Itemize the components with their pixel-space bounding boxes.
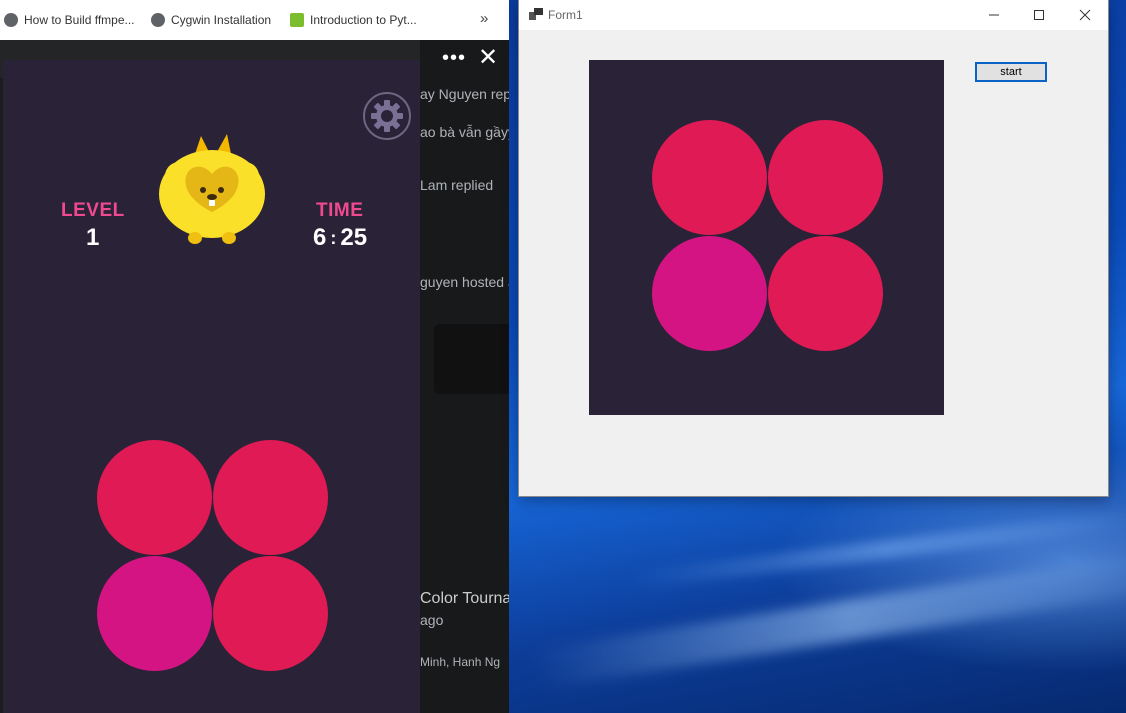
behind-text: ago xyxy=(420,612,444,628)
behind-text: ay Nguyen repli xyxy=(420,86,509,102)
form-circle-top-right[interactable] xyxy=(768,120,883,235)
title-bar[interactable]: Form1 xyxy=(519,0,1108,30)
behind-banner xyxy=(434,324,509,394)
time-seconds: 25 xyxy=(340,224,368,251)
level-value: 1 xyxy=(86,224,100,251)
bookmark-label: Cygwin Installation xyxy=(171,13,272,27)
form1-window: Form1 start xyxy=(519,0,1108,496)
game-circle-top-left[interactable] xyxy=(97,440,212,555)
minimize-button[interactable] xyxy=(971,0,1017,30)
bookmark-python[interactable]: Introduction to Pyt... xyxy=(290,13,417,27)
form-circle-bottom-left[interactable] xyxy=(652,236,767,351)
form-circle-bottom-right[interactable] xyxy=(768,236,883,351)
window-title: Form1 xyxy=(548,8,583,22)
form-circle-top-left[interactable] xyxy=(652,120,767,235)
bookmarks-bar: How to Build ffmpe... Cygwin Installatio… xyxy=(0,0,509,40)
time-separator: : xyxy=(330,227,337,248)
maximize-button[interactable] xyxy=(1016,0,1062,30)
bookmark-label: How to Build ffmpe... xyxy=(24,13,135,27)
bookmark-cygwin[interactable]: Cygwin Installation xyxy=(151,13,271,27)
close-overlay-button[interactable]: ✕ xyxy=(478,46,498,70)
background-page-content: ay Nguyen repli ao bà vẫn gầyy Lam repli… xyxy=(420,40,509,713)
globe-icon xyxy=(4,13,18,27)
browser-window: How to Build ffmpe... Cygwin Installatio… xyxy=(0,0,509,713)
behind-text: guyen hosted a xyxy=(420,274,509,290)
maximize-icon xyxy=(1034,10,1044,20)
start-button[interactable]: start xyxy=(975,62,1047,82)
game-panel: LEVEL 1 TIME 6 : 25 xyxy=(3,60,420,713)
gear-icon[interactable] xyxy=(363,92,411,140)
bookmarks-more-button[interactable]: » xyxy=(480,10,488,27)
level-label: LEVEL xyxy=(61,200,125,221)
site-icon xyxy=(290,13,304,27)
behind-text: Color Tourna xyxy=(420,590,509,607)
wallpaper-light-streak xyxy=(529,550,1126,690)
game-circle-top-right[interactable] xyxy=(213,440,328,555)
more-options-button[interactable]: ••• xyxy=(442,47,466,70)
time-value: 6 : 25 xyxy=(313,224,367,252)
behind-text: Minh, Hanh Ng xyxy=(420,655,501,669)
game-circle-bottom-right[interactable] xyxy=(213,556,328,671)
close-button[interactable] xyxy=(1062,0,1108,30)
behind-text: Lam replied xyxy=(420,177,494,193)
game-circle-bottom-left[interactable] xyxy=(97,556,212,671)
globe-icon xyxy=(151,13,165,27)
time-label: TIME xyxy=(316,200,364,221)
app-icon xyxy=(529,8,543,20)
time-minutes: 6 xyxy=(313,224,327,251)
bookmark-ffmpeg[interactable]: How to Build ffmpe... xyxy=(4,13,135,27)
game-canvas-panel[interactable] xyxy=(589,60,944,415)
minimize-icon xyxy=(989,14,999,16)
behind-text: ao bà vẫn gầyy xyxy=(420,124,509,140)
bookmark-label: Introduction to Pyt... xyxy=(310,13,417,27)
mascot-icon xyxy=(159,134,265,244)
close-icon xyxy=(1079,9,1091,21)
